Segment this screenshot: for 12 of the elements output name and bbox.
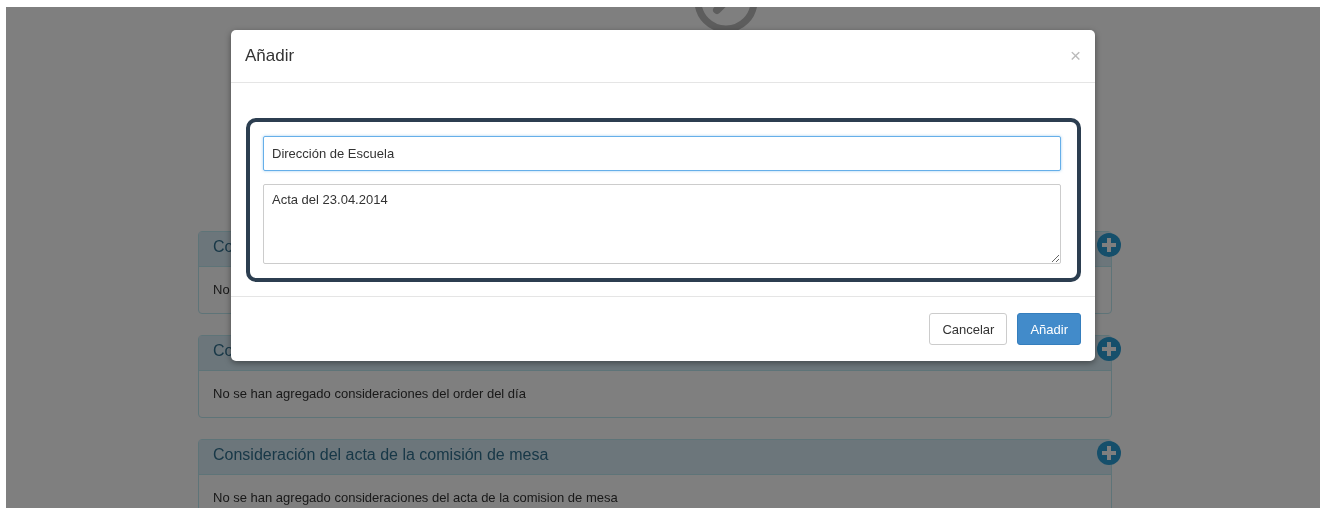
text-field[interactable]: Dirección de Escuela (263, 136, 1061, 171)
text-area[interactable]: Acta del 23.04.2014 (263, 184, 1061, 264)
panel-message: No se han agregado consideraciones del acta de la comision de mesa (213, 490, 618, 505)
dialog-title: Añadir (245, 46, 295, 66)
panel-title: Consideración del acta de la comisión de mesa (213, 446, 549, 464)
panel-message: No se han agregado consideraciones del order del día (213, 386, 526, 401)
submit-button[interactable]: Añadir (1017, 313, 1081, 345)
add-icon[interactable] (1097, 233, 1121, 257)
add-icon[interactable] (1097, 441, 1121, 465)
add-icon[interactable] (1097, 337, 1121, 361)
panel-message: No (213, 282, 230, 297)
cancel-button[interactable]: Cancelar (929, 313, 1008, 345)
